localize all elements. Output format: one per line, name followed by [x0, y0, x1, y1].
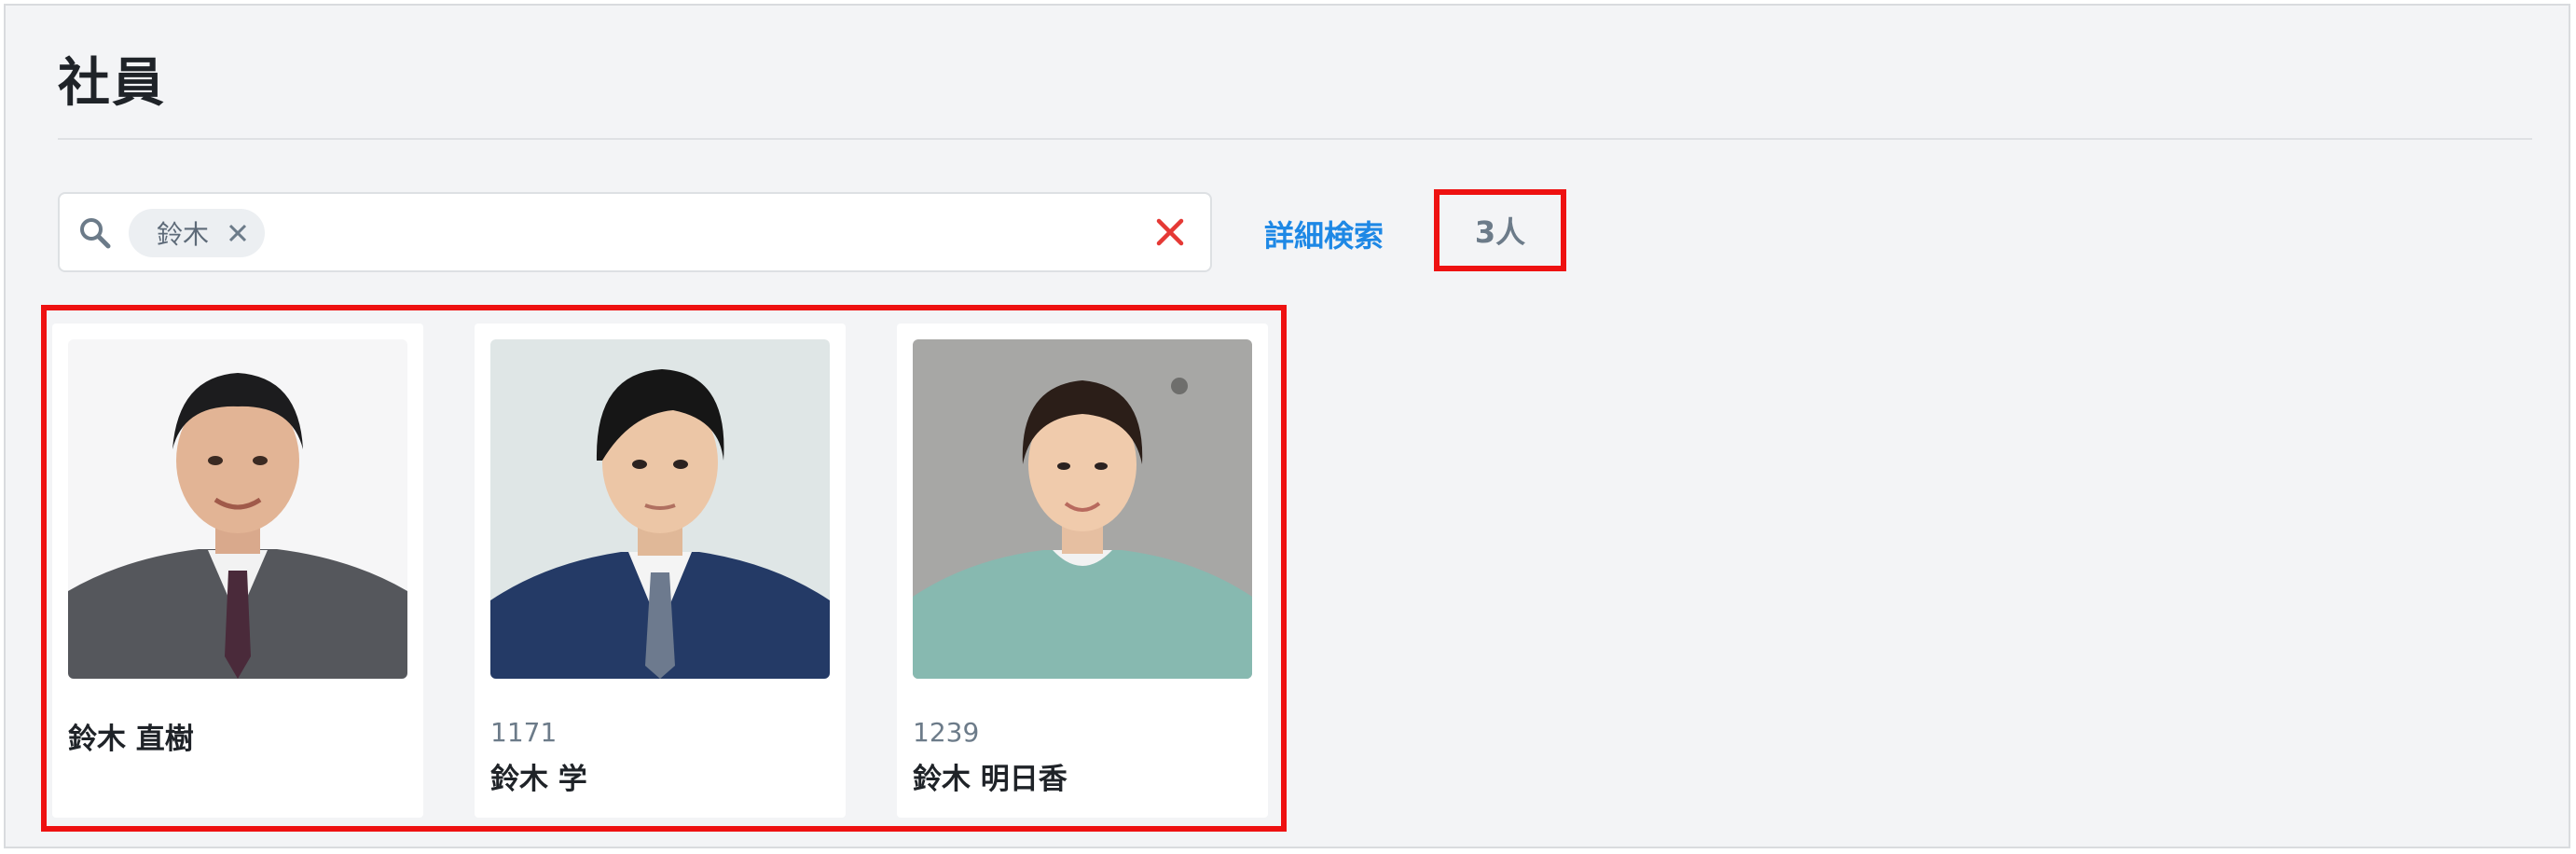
title-divider: [58, 138, 2532, 140]
page-title: 社員: [58, 53, 166, 114]
search-chip[interactable]: 鈴木: [129, 209, 266, 257]
result-count-highlight: 3人: [1434, 189, 1566, 271]
chip-remove-icon[interactable]: [227, 223, 248, 243]
search-icon: [80, 218, 111, 249]
advanced-search-link[interactable]: 詳細検索: [1264, 213, 1384, 255]
page-frame: 社員 鈴木 詳細検索 3人 鈴木 直樹 1171 鈴木 学 1239 鈴木 明日…: [4, 4, 2570, 848]
result-count: 3人: [1474, 214, 1526, 250]
close-icon[interactable]: [1156, 218, 1184, 246]
search-chip-label: 鈴木: [157, 219, 210, 250]
search-field[interactable]: 鈴木: [58, 192, 1212, 272]
results-highlight: [41, 305, 1287, 832]
